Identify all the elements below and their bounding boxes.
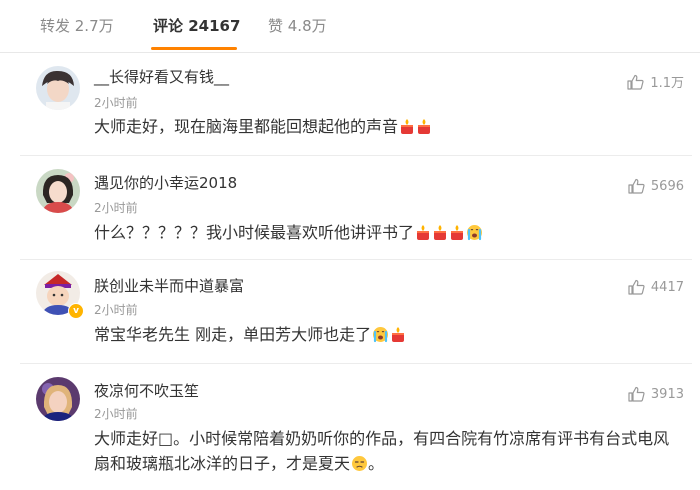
like-button[interactable]: 4417 (628, 279, 684, 295)
comment-list: __长得好看又有钱__ 2小时前 大师走好，现在脑海里都能回想起他的声音 1.1… (20, 52, 692, 490)
tab-reposts[interactable]: 转发 2.7万 (40, 15, 114, 36)
thumbs-up-icon (628, 178, 645, 194)
username[interactable]: __长得好看又有钱__ (94, 66, 229, 87)
comment-text-block: 大师走好□。小时候常陪着奶奶听你的作品，有四合院有竹凉席有评书有台式电风扇和玻璃… (94, 426, 682, 479)
username[interactable]: 朕创业未半而中道暴富 (94, 275, 244, 296)
candle-emoji (390, 325, 406, 350)
thumbs-up-icon (628, 386, 645, 402)
comment-item: 夜凉何不吹玉笙 2小时前 大师走好□。小时候常陪着奶奶听你的作品，有四合院有竹凉… (20, 363, 692, 490)
thumbs-up-icon (628, 279, 645, 295)
like-button[interactable]: 1.1万 (627, 72, 684, 91)
period-text: 。 (368, 454, 385, 473)
avatar[interactable] (36, 169, 80, 213)
comment-text-block: 大师走好，现在脑海里都能回想起他的声音 (94, 114, 679, 142)
comment-text: 大师走好，现在脑海里都能回想起他的声音 (94, 117, 399, 136)
like-count: 3913 (650, 386, 684, 402)
sad-emoji (351, 454, 368, 479)
comment-text: 什么？？？？？我小时候最喜欢听他讲评书了 (94, 223, 415, 242)
comment-time: 2小时前 (94, 201, 138, 215)
crying-emoji (466, 223, 483, 248)
candle-emoji (449, 223, 465, 248)
comment-item: __长得好看又有钱__ 2小时前 大师走好，现在脑海里都能回想起他的声音 1.1… (20, 52, 692, 156)
tab-likes[interactable]: 赞 4.8万 (268, 15, 327, 36)
comment-tabs: 转发 2.7万 评论 24167 赞 4.8万 (0, 0, 700, 53)
username[interactable]: 遇见你的小幸运2018 (94, 172, 237, 193)
avatar[interactable] (36, 377, 80, 421)
comment-text-block: 什么？？？？？我小时候最喜欢听他讲评书了 (94, 220, 679, 248)
comment-time: 2小时前 (94, 407, 138, 421)
comment-item: v 朕创业未半而中道暴富 2小时前 常宝华老先生 刚走，单田芳大师也走了 441… (20, 259, 692, 364)
avatar[interactable] (36, 66, 80, 110)
comment-time: 2小时前 (94, 96, 138, 110)
verified-badge-icon: v (68, 303, 84, 319)
like-button[interactable]: 3913 (628, 386, 684, 402)
candle-emoji (415, 223, 431, 248)
candle-emoji (416, 117, 432, 142)
active-tab-indicator (151, 47, 237, 50)
like-count: 5696 (650, 178, 684, 194)
crying-emoji (372, 325, 389, 350)
comment-item: 遇见你的小幸运2018 2小时前 什么？？？？？我小时候最喜欢听他讲评书了 56… (20, 155, 692, 260)
candle-emoji (432, 223, 448, 248)
comment-text: 常宝华老先生 刚走，单田芳大师也走了 (94, 325, 372, 344)
thumbs-up-icon (627, 74, 644, 90)
like-button[interactable]: 5696 (628, 178, 684, 194)
username[interactable]: 夜凉何不吹玉笙 (94, 380, 199, 401)
comment-text-block: 常宝华老先生 刚走，单田芳大师也走了 (94, 322, 679, 350)
like-count: 4417 (650, 279, 684, 295)
like-count: 1.1万 (650, 76, 684, 91)
tab-comments[interactable]: 评论 24167 (153, 15, 240, 36)
candle-emoji (399, 117, 415, 142)
comment-time: 2小时前 (94, 303, 138, 317)
